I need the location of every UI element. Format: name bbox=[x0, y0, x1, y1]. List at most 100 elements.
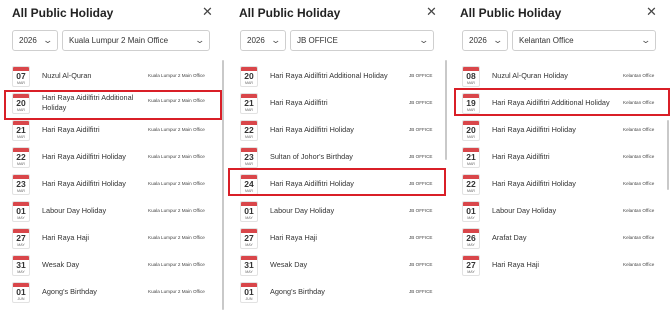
scrollbar[interactable] bbox=[222, 60, 224, 310]
close-icon[interactable]: ✕ bbox=[646, 5, 657, 19]
holiday-name: Hari Raya Aidilfitri bbox=[42, 125, 100, 134]
holiday-location: Kuala Lumpur 2 Main Office bbox=[148, 154, 205, 159]
chevron-down-icon: ⌄ bbox=[270, 35, 282, 45]
calendar-icon: 31 MAY bbox=[12, 255, 30, 276]
highlight-box bbox=[454, 88, 670, 116]
list-item[interactable]: 20 MAR Hari Raya Aidilfitri Holiday Kelanta… bbox=[460, 117, 670, 144]
list-item[interactable]: 22 MAR Hari Raya Aidilfitri Holiday JB OFFI… bbox=[238, 117, 448, 144]
office-select[interactable]: Kelantan Office ⌄ bbox=[512, 30, 656, 51]
list-item[interactable]: 08 MAR Nuzul Al-Quran Holiday Kelantan Offi… bbox=[460, 63, 670, 90]
list-item[interactable]: 21 MAR Hari Raya Aidilfitri JB OFFICE bbox=[238, 90, 448, 117]
holiday-location: Kelantan Office bbox=[623, 262, 655, 267]
office-select[interactable]: Kuala Lumpur 2 Main Office ⌄ bbox=[62, 30, 210, 51]
calendar-icon: 22 MAR bbox=[240, 120, 258, 141]
panel-title: All Public Holiday bbox=[239, 6, 341, 20]
list-item[interactable]: 23 MAR Sultan of Johor's Birthday JB OFFICE bbox=[238, 144, 448, 171]
holiday-location: Kuala Lumpur 2 Main Office bbox=[148, 73, 205, 78]
calendar-icon: 01 MAY bbox=[462, 201, 480, 222]
holiday-location: Kuala Lumpur 2 Main Office bbox=[148, 262, 205, 267]
calendar-icon: 08 MAR bbox=[462, 66, 480, 87]
scrollbar[interactable] bbox=[667, 120, 669, 190]
holiday-panel-jb: All Public Holiday ✕ 2026 ⌄ JB OFFICE ⌄ 20… bbox=[226, 0, 448, 318]
chevron-down-icon: ⌄ bbox=[492, 35, 504, 45]
list-item[interactable]: 31 MAY Wesak Day Kuala Lumpur 2 Main Office bbox=[10, 252, 228, 279]
holiday-location: Kelantan Office bbox=[623, 181, 655, 186]
list-item[interactable]: 26 MAY Arafat Day Kelantan Office bbox=[460, 225, 670, 252]
list-item[interactable]: 01 JUN Agong's Birthday JB OFFICE bbox=[238, 279, 448, 306]
holiday-panel-kelantan: All Public Holiday ✕ 2026 ⌄ Kelantan Offi… bbox=[448, 0, 670, 318]
list-item[interactable]: 07 MAR Nuzul Al-Quran Kuala Lumpur 2 Main O… bbox=[10, 63, 228, 90]
office-select[interactable]: JB OFFICE ⌄ bbox=[290, 30, 434, 51]
close-icon[interactable]: ✕ bbox=[202, 5, 213, 19]
holiday-location: JB OFFICE bbox=[409, 100, 433, 105]
holiday-name: Nuzul Al-Quran Holiday bbox=[492, 71, 568, 80]
list-item[interactable]: 22 MAR Hari Raya Aidilfitri Holiday Kuala L… bbox=[10, 144, 228, 171]
calendar-icon: 20 MAR bbox=[462, 120, 480, 141]
holiday-name: Hari Raya Aidilfitri Additional Holiday bbox=[270, 71, 388, 80]
highlight-box bbox=[4, 90, 222, 120]
holiday-location: Kelantan Office bbox=[623, 154, 655, 159]
holiday-panels: All Public Holiday ✕ 2026 ⌄ Kuala Lumpur … bbox=[0, 0, 670, 318]
list-item[interactable]: 01 MAY Labour Day Holiday Kelantan Office bbox=[460, 198, 670, 225]
calendar-icon: 21 MAR bbox=[462, 147, 480, 168]
scrollbar[interactable] bbox=[445, 60, 447, 160]
calendar-icon: 01 JUN bbox=[12, 282, 30, 303]
calendar-icon: 31 MAY bbox=[240, 255, 258, 276]
holiday-name: Labour Day Holiday bbox=[492, 206, 557, 215]
holiday-name: Wesak Day bbox=[270, 260, 308, 269]
calendar-icon: 01 MAY bbox=[240, 201, 258, 222]
holiday-location: Kuala Lumpur 2 Main Office bbox=[148, 181, 205, 186]
chevron-down-icon: ⌄ bbox=[418, 35, 430, 45]
list-item[interactable]: 27 MAY Hari Raya Haji JB OFFICE bbox=[238, 225, 448, 252]
holiday-location: Kuala Lumpur 2 Main Office bbox=[148, 208, 205, 213]
calendar-icon: 07 MAR bbox=[12, 66, 30, 87]
calendar-icon: 26 MAY bbox=[462, 228, 480, 249]
year-select[interactable]: 2026 ⌄ bbox=[462, 30, 508, 51]
list-item[interactable]: 23 MAR Hari Raya Aidilfitri Holiday Kuala L… bbox=[10, 171, 228, 198]
filters: 2026 ⌄ Kuala Lumpur 2 Main Office ⌄ bbox=[12, 30, 210, 51]
list-item[interactable]: 31 MAY Wesak Day JB OFFICE bbox=[238, 252, 448, 279]
list-item[interactable]: 22 MAR Hari Raya Aidilfitri Holiday Kelanta… bbox=[460, 171, 670, 198]
list-item[interactable]: 21 MAR Hari Raya Aidilfitri Kelantan Office bbox=[460, 144, 670, 171]
calendar-icon: 27 MAY bbox=[240, 228, 258, 249]
holiday-location: Kelantan Office bbox=[623, 208, 655, 213]
chevron-down-icon: ⌄ bbox=[194, 35, 206, 45]
holiday-name: Agong's Birthday bbox=[270, 287, 325, 296]
filters: 2026 ⌄ Kelantan Office ⌄ bbox=[462, 30, 656, 51]
list-item[interactable]: 01 JUN Agong's Birthday Kuala Lumpur 2 Main… bbox=[10, 279, 228, 306]
list-item[interactable]: 27 MAY Hari Raya Haji Kuala Lumpur 2 Main O… bbox=[10, 225, 228, 252]
holiday-panel-kl: All Public Holiday ✕ 2026 ⌄ Kuala Lumpur … bbox=[0, 0, 228, 318]
holiday-location: JB OFFICE bbox=[409, 127, 433, 132]
holiday-location: JB OFFICE bbox=[409, 154, 433, 159]
list-item[interactable]: 01 MAY Labour Day Holiday Kuala Lumpur 2 Ma… bbox=[10, 198, 228, 225]
holiday-name: Arafat Day bbox=[492, 233, 527, 242]
holiday-name: Hari Raya Aidilfitri bbox=[492, 152, 550, 161]
list-item[interactable]: 21 MAR Hari Raya Aidilfitri Kuala Lumpur 2 … bbox=[10, 117, 228, 144]
calendar-icon: 01 MAY bbox=[12, 201, 30, 222]
year-value: 2026 bbox=[247, 36, 265, 45]
chevron-down-icon: ⌄ bbox=[42, 35, 54, 45]
calendar-icon: 22 MAR bbox=[12, 147, 30, 168]
calendar-icon: 22 MAR bbox=[462, 174, 480, 195]
holiday-location: JB OFFICE bbox=[409, 289, 433, 294]
year-select[interactable]: 2026 ⌄ bbox=[12, 30, 58, 51]
holiday-name: Hari Raya Aidilfitri Holiday bbox=[42, 179, 126, 188]
holiday-name: Hari Raya Haji bbox=[42, 233, 90, 242]
list-item[interactable]: 20 MAR Hari Raya Aidilfitri Additional Hol… bbox=[238, 63, 448, 90]
holiday-location: JB OFFICE bbox=[409, 208, 433, 213]
chevron-down-icon: ⌄ bbox=[640, 35, 652, 45]
list-item[interactable]: 27 MAY Hari Raya Haji Kelantan Office bbox=[460, 252, 670, 279]
year-select[interactable]: 2026 ⌄ bbox=[240, 30, 286, 51]
holiday-name: Hari Raya Aidilfitri Holiday bbox=[42, 152, 126, 161]
holiday-location: JB OFFICE bbox=[409, 262, 433, 267]
holiday-location: Kelantan Office bbox=[623, 235, 655, 240]
holiday-name: Hari Raya Haji bbox=[492, 260, 540, 269]
holiday-location: Kelantan Office bbox=[623, 73, 655, 78]
list-item[interactable]: 01 MAY Labour Day Holiday JB OFFICE bbox=[238, 198, 448, 225]
close-icon[interactable]: ✕ bbox=[426, 5, 437, 19]
holiday-name: Wesak Day bbox=[42, 260, 80, 269]
year-value: 2026 bbox=[19, 36, 37, 45]
holiday-name: Agong's Birthday bbox=[42, 287, 97, 296]
year-value: 2026 bbox=[469, 36, 487, 45]
calendar-icon: 21 MAR bbox=[240, 93, 258, 114]
